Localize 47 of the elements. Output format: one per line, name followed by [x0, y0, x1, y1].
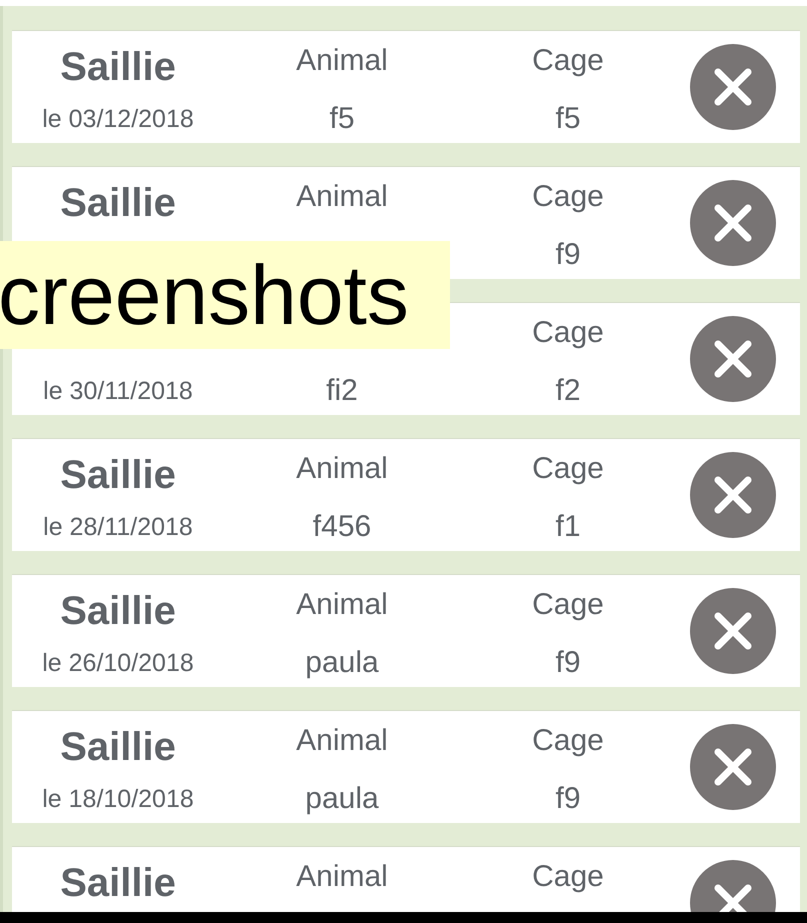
- animal-label: Animal: [296, 860, 388, 894]
- cage-label: Cage: [532, 180, 604, 214]
- close-icon: [713, 747, 753, 787]
- cage-value: f2: [555, 374, 581, 408]
- record-card[interactable]: Saillie le 18/10/2018 Animal paula Cage f9: [12, 710, 800, 823]
- record-title: Saillie: [60, 180, 176, 226]
- record-card[interactable]: Saillie Animal Cage: [12, 846, 800, 912]
- record-date: le 30/11/2018: [43, 376, 193, 406]
- cage-label: Cage: [532, 724, 604, 758]
- record-card[interactable]: Saillie le 28/11/2018 Animal f456 Cage f1: [12, 438, 800, 551]
- record-date: le 26/10/2018: [42, 648, 194, 678]
- close-icon: [713, 475, 753, 515]
- record-date: le 28/11/2018: [43, 512, 193, 542]
- animal-label: Animal: [296, 724, 388, 758]
- close-icon: [713, 883, 753, 912]
- cage-label: Cage: [532, 588, 604, 622]
- record-title: Saillie: [60, 724, 176, 770]
- animal-value: f456: [312, 510, 372, 544]
- animal-label: Animal: [296, 180, 388, 214]
- cage-label: Cage: [532, 452, 604, 486]
- record-title: Saillie: [60, 44, 176, 90]
- cage-label: Cage: [532, 44, 604, 78]
- animal-value: paula: [305, 782, 379, 816]
- record-title: Saillie: [60, 588, 176, 634]
- cage-value: f9: [555, 646, 581, 680]
- animal-label: Animal: [296, 452, 388, 486]
- cage-value: f1: [555, 510, 581, 544]
- cage-value: f9: [555, 238, 581, 272]
- close-icon: [713, 611, 753, 651]
- animal-label: Animal: [296, 588, 388, 622]
- animal-value: f5: [329, 102, 355, 136]
- animal-value: paula: [305, 646, 379, 680]
- record-title: Saillie: [60, 860, 176, 906]
- record-card[interactable]: Saillie le 26/10/2018 Animal paula Cage f9: [12, 574, 800, 687]
- animal-value: fi2: [326, 374, 358, 408]
- cage-label: Cage: [532, 316, 604, 350]
- record-card[interactable]: Saillie le 03/12/2018 Animal f5 Cage f5: [12, 30, 800, 143]
- record-date: le 18/10/2018: [42, 784, 194, 814]
- record-title: Saillie: [60, 452, 176, 498]
- cage-value: f9: [555, 782, 581, 816]
- close-icon: [713, 203, 753, 243]
- animal-label: Animal: [296, 44, 388, 78]
- record-date: le 03/12/2018: [42, 104, 194, 134]
- cage-value: f5: [555, 102, 581, 136]
- close-icon: [713, 67, 753, 107]
- close-icon: [713, 339, 753, 379]
- cage-label: Cage: [532, 860, 604, 894]
